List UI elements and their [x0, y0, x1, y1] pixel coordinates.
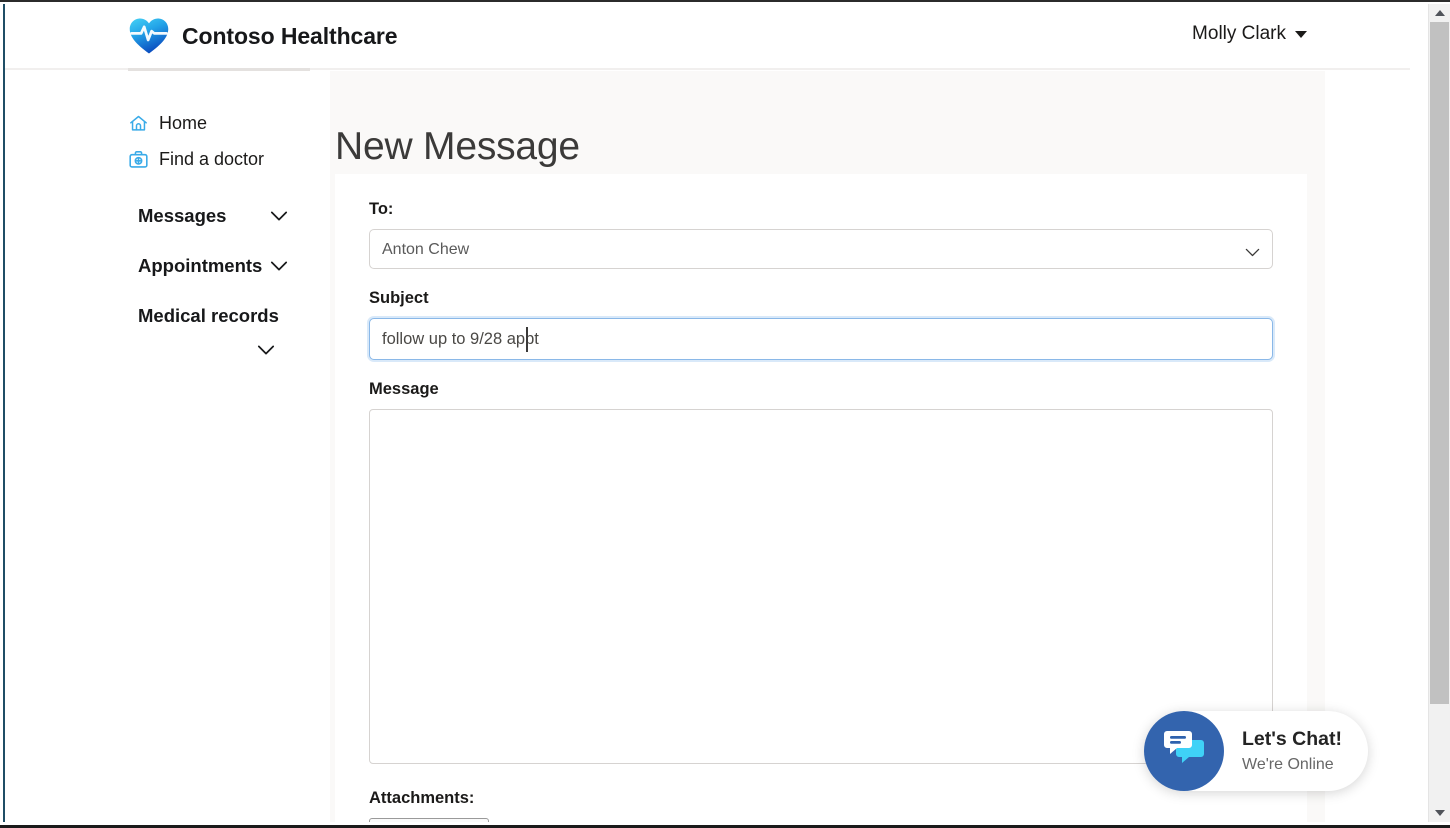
subject-field-block: Subject [369, 289, 1273, 360]
sidebar-group-medical-records-label: Medical records [138, 304, 279, 328]
message-field-block: Message [369, 380, 1273, 769]
sidebar-navigation: Home Find a doctor Me [5, 71, 310, 822]
scroll-up-arrow-icon [1435, 10, 1445, 16]
chat-bubbles-icon [1162, 729, 1206, 774]
choose-files-button[interactable]: Choose Files [369, 818, 489, 822]
sidebar-group-appointments-label: Appointments [138, 254, 262, 278]
sidebar-group-messages[interactable]: Messages [5, 204, 310, 228]
sidebar-item-home-label: Home [159, 110, 207, 138]
sidebar-item-find-a-doctor-label: Find a doctor [159, 146, 264, 174]
scrollbar-thumb[interactable] [1430, 22, 1449, 704]
chat-avatar [1144, 711, 1224, 791]
text-cursor [526, 327, 528, 352]
to-label: To: [369, 200, 1273, 219]
sidebar-group-medical-records[interactable]: Medical records [5, 304, 310, 362]
sidebar-group-messages-label: Messages [138, 204, 226, 228]
page-viewport: Contoso Healthcare Molly Clark [5, 4, 1450, 822]
brand-name: Contoso Healthcare [182, 23, 397, 50]
scroll-down-button[interactable] [1429, 804, 1450, 822]
message-textarea[interactable] [369, 409, 1273, 764]
chevron-down-icon [257, 336, 288, 362]
chat-text-block: Let's Chat! We're Online [1242, 728, 1342, 774]
site-header: Contoso Healthcare Molly Clark [5, 4, 1410, 68]
sidebar-group-appointments[interactable]: Appointments [5, 254, 310, 278]
to-field-block: To: Anton Chew [369, 200, 1273, 269]
recipient-select[interactable]: Anton Chew [369, 229, 1273, 269]
message-label: Message [369, 380, 1273, 399]
body-area: Home Find a doctor Me [5, 71, 1410, 822]
vertical-scrollbar[interactable] [1428, 4, 1450, 822]
brand-link[interactable]: Contoso Healthcare [128, 15, 397, 57]
scroll-down-arrow-icon [1435, 810, 1445, 816]
subject-label: Subject [369, 289, 1273, 308]
home-icon [128, 113, 149, 134]
sidebar-item-find-a-doctor[interactable]: Find a doctor [5, 142, 310, 178]
browser-window-frame: Contoso Healthcare Molly Clark [0, 0, 1450, 828]
caret-down-icon [1295, 31, 1307, 38]
chat-subtitle: We're Online [1242, 755, 1342, 774]
live-chat-widget[interactable]: Let's Chat! We're Online [1144, 711, 1368, 791]
attachments-block: Attachments: Choose Files No file chosen [369, 789, 1273, 822]
scroll-up-button[interactable] [1429, 4, 1450, 22]
chat-title: Let's Chat! [1242, 728, 1342, 751]
user-name-label: Molly Clark [1192, 23, 1286, 45]
attachments-label: Attachments: [369, 789, 1273, 808]
heart-pulse-logo-icon [128, 15, 170, 57]
chevron-down-icon [270, 254, 288, 278]
main-content: New Message To: Anton Chew [310, 71, 1410, 822]
file-input-row[interactable]: Choose Files No file chosen [369, 818, 1273, 822]
doctor-bag-icon [128, 149, 149, 170]
user-menu-button[interactable]: Molly Clark [1192, 23, 1307, 45]
sidebar-item-home[interactable]: Home [5, 106, 310, 142]
page-title: New Message [335, 125, 580, 169]
subject-input[interactable] [369, 318, 1273, 360]
chevron-down-icon [270, 204, 288, 228]
